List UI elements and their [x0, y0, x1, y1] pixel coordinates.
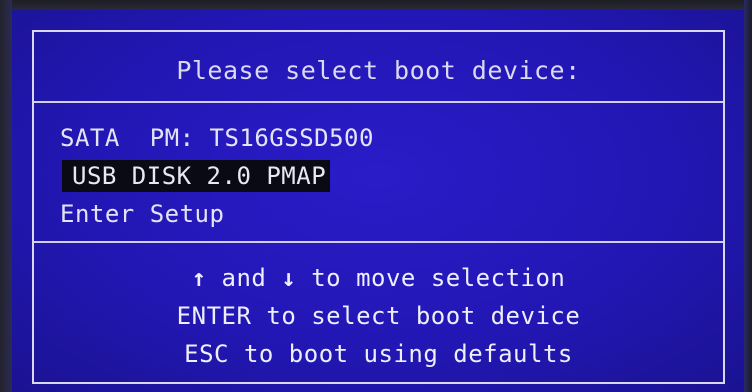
arrow-down-icon: ↓: [281, 264, 297, 292]
help-line-esc: ESC to boot using defaults: [184, 340, 573, 368]
boot-menu-dialog: Please select boot device: SATA PM: TS16…: [32, 30, 725, 384]
monitor-bezel-left: [0, 0, 12, 392]
help-line-navigate: ↑ and ↓ to move selection: [34, 264, 723, 292]
boot-item-sata[interactable]: SATA PM: TS16GSSD500: [60, 122, 374, 154]
help-line-enter: ENTER to select boot device: [176, 302, 581, 330]
help-and-text: and: [206, 264, 282, 292]
title-divider: [34, 101, 723, 103]
bios-screen: Please select boot device: SATA PM: TS16…: [0, 0, 752, 392]
help-divider: [34, 241, 723, 243]
monitor-bezel-top: [0, 0, 752, 10]
monitor-bezel-right: [744, 0, 752, 392]
arrow-up-icon: ↑: [191, 264, 207, 292]
boot-item-usb-disk[interactable]: USB DISK 2.0 PMAP: [62, 160, 331, 192]
boot-menu-title: Please select boot device:: [176, 56, 581, 85]
boot-item-enter-setup[interactable]: Enter Setup: [60, 198, 224, 230]
help-move-text: to move selection: [296, 264, 566, 292]
